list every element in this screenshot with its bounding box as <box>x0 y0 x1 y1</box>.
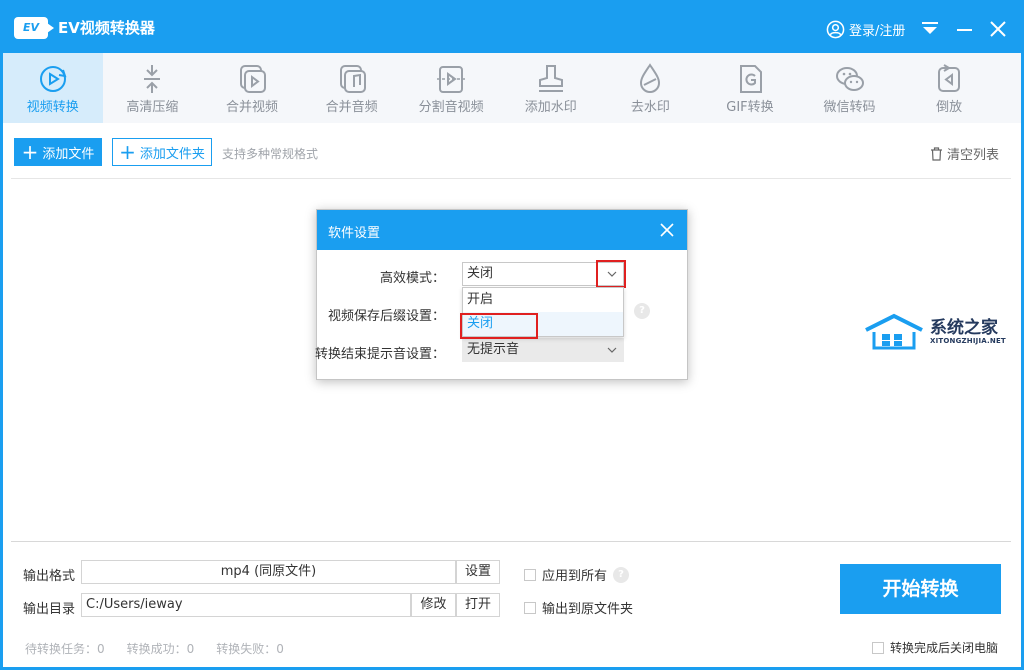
video-convert-icon <box>39 66 67 92</box>
trash-icon <box>931 146 942 161</box>
user-icon <box>826 20 845 38</box>
house-logo-icon <box>865 313 923 350</box>
split-icon <box>437 66 466 93</box>
add-folder-button[interactable]: + 添加文件夹 <box>112 138 212 166</box>
tool-gif[interactable]: GIF转换 <box>700 53 800 123</box>
tool-label: 去水印 <box>630 100 670 115</box>
highlight-box <box>596 260 626 288</box>
output-to-source-checkbox[interactable]: 输出到原文件夹 <box>524 598 633 617</box>
tool-split[interactable]: 分割音视频 <box>401 53 501 123</box>
efficient-mode-label: 高效模式： <box>379 271 445 286</box>
dialog-header: 软件设置 <box>317 210 687 250</box>
plus-icon: + <box>21 140 39 164</box>
tool-label: 高清压缩 <box>126 100 179 115</box>
start-convert-button[interactable]: 开始转换 <box>840 564 1001 614</box>
pending-count: 待转换任务：0 <box>25 642 105 656</box>
watermark-sub: XITONGZHIJIA.NET <box>930 337 1006 345</box>
feature-toolbar: 视频转换 高清压缩 合并视频 合并音频 分割音视频 添加水印 去水印 GIF转换… <box>3 53 1021 123</box>
add-folder-label: 添加文件夹 <box>139 146 205 162</box>
tool-label: 微信转码 <box>823 100 876 115</box>
sound-value: 无提示音 <box>467 342 520 357</box>
app-logo: EV <box>14 17 54 39</box>
tool-label: GIF转换 <box>726 100 774 115</box>
tool-wechat[interactable]: 微信转码 <box>800 53 900 123</box>
checkbox[interactable] <box>524 601 536 614</box>
chevron-down-icon[interactable] <box>607 346 617 354</box>
site-watermark: 系统之家 XITONGZHIJIA.NET <box>862 312 1012 354</box>
output-to-source-label: 输出到原文件夹 <box>542 602 634 617</box>
settings-dialog: 软件设置 高效模式： 关闭 视频保存后缀设置： ? 转换结束提示音设置： 无提示… <box>314 209 688 380</box>
tool-label: 合并音频 <box>325 100 378 115</box>
support-text: 支持多种常规格式 <box>222 147 319 161</box>
tool-label: 倒放 <box>936 100 963 115</box>
open-dir-button[interactable]: 打开 <box>456 593 500 617</box>
output-format-label: 输出格式 <box>23 569 76 584</box>
task-stats: 待转换任务：0 转换成功：0 转换失败：0 <box>25 640 284 657</box>
success-count: 转换成功：0 <box>126 642 195 656</box>
output-format-field[interactable]: mp4 (同原文件) <box>81 560 456 584</box>
format-settings-button[interactable]: 设置 <box>456 560 500 584</box>
help-icon[interactable]: ? <box>634 303 650 319</box>
tool-video-convert[interactable]: 视频转换 <box>3 53 103 123</box>
login-button[interactable]: 登录/注册 <box>826 19 905 39</box>
app-title: EV视频转换器 <box>58 19 155 37</box>
title-bar: EV EV视频转换器 登录/注册 <box>0 0 1024 53</box>
tool-merge-audio[interactable]: 合并音频 <box>302 53 402 123</box>
output-dir-field[interactable]: C:/Users/ieway <box>81 593 411 617</box>
minimize-icon[interactable] <box>957 29 972 31</box>
compress-icon <box>144 65 161 93</box>
tool-label: 合并视频 <box>225 100 278 115</box>
login-label: 登录/注册 <box>849 23 906 39</box>
merge-video-icon <box>239 65 266 93</box>
clear-list-button[interactable]: 清空列表 <box>930 144 999 163</box>
merge-audio-icon <box>339 65 366 93</box>
clear-list-label: 清空列表 <box>947 148 1000 163</box>
menu-icon[interactable] <box>922 22 938 36</box>
watermark-text: 系统之家 <box>930 318 998 338</box>
tool-merge-video[interactable]: 合并视频 <box>202 53 302 123</box>
failed-count: 转换失败：0 <box>216 642 284 656</box>
tool-add-watermark[interactable]: 添加水印 <box>501 53 601 123</box>
stamp-icon <box>538 65 563 92</box>
help-icon[interactable]: ? <box>613 566 630 583</box>
wechat-icon <box>835 67 864 91</box>
app-window: EV EV视频转换器 登录/注册 视频转换 高清压缩 合并视频 合并音频 分割音… <box>0 0 1024 670</box>
dialog-title: 软件设置 <box>328 226 381 241</box>
main-content: + 添加文件 + 添加文件夹 支持多种常规格式 清空列表 输出格式 mp4 (同… <box>3 123 1021 667</box>
sound-select[interactable]: 无提示音 <box>462 338 624 362</box>
checkbox[interactable] <box>872 641 884 654</box>
shutdown-checkbox[interactable]: 转换完成后关闭电脑 <box>872 639 998 656</box>
suffix-label: 视频保存后缀设置： <box>327 309 445 324</box>
plus-icon: + <box>119 140 136 164</box>
divider <box>11 541 1011 542</box>
output-dir-label: 输出目录 <box>23 602 76 617</box>
tool-reverse[interactable]: 倒放 <box>899 53 999 123</box>
tool-label: 视频转换 <box>26 100 79 115</box>
modify-dir-button[interactable]: 修改 <box>411 593 456 617</box>
add-file-button[interactable]: + 添加文件 <box>14 138 102 166</box>
option-on[interactable]: 开启 <box>463 288 623 312</box>
checkbox[interactable] <box>524 568 536 581</box>
highlight-box <box>460 313 538 339</box>
close-icon[interactable] <box>990 21 1006 37</box>
shutdown-label: 转换完成后关闭电脑 <box>890 641 999 655</box>
apply-all-checkbox[interactable]: 应用到所有 ? <box>524 565 630 584</box>
close-icon[interactable] <box>659 222 675 238</box>
efficient-mode-value: 关闭 <box>467 266 494 281</box>
tool-remove-watermark[interactable]: 去水印 <box>601 53 701 123</box>
apply-all-label: 应用到所有 <box>542 569 608 584</box>
tool-compress[interactable]: 高清压缩 <box>103 53 203 123</box>
add-file-label: 添加文件 <box>42 146 95 162</box>
tool-label: 添加水印 <box>524 100 577 115</box>
gif-icon <box>739 65 762 93</box>
tool-label: 分割音视频 <box>418 100 484 115</box>
drop-icon <box>640 63 661 93</box>
sound-label: 转换结束提示音设置： <box>314 347 445 362</box>
reverse-icon <box>938 64 961 92</box>
divider <box>11 178 1011 179</box>
